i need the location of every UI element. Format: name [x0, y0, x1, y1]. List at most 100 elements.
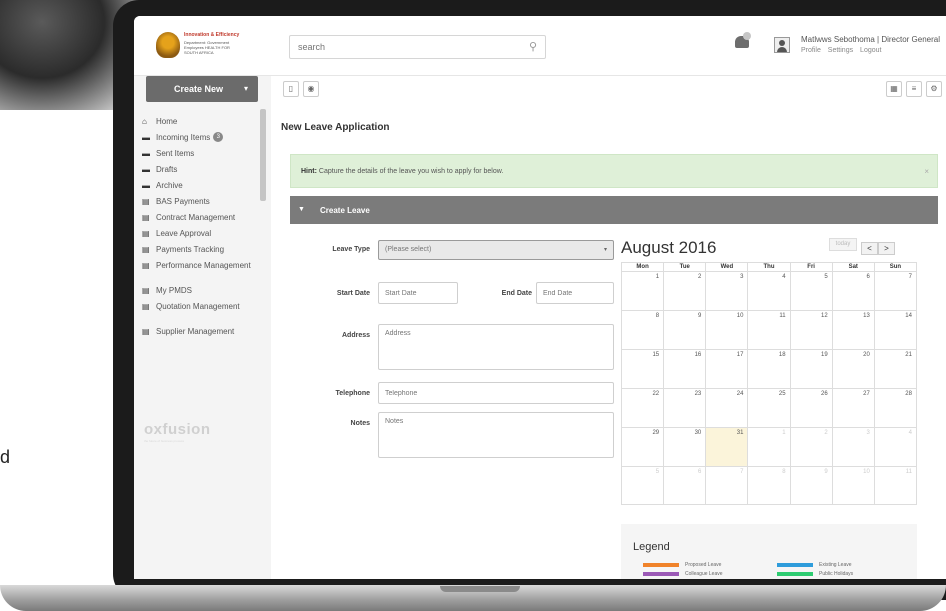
calendar-day-number: 18 — [778, 352, 786, 358]
start-date-field[interactable] — [378, 282, 458, 304]
calendar-day[interactable]: 1 — [748, 428, 791, 466]
create-new-button[interactable]: Create New ▾ — [146, 76, 258, 102]
settings-icon[interactable]: ⚙ — [926, 81, 942, 97]
calendar-day[interactable]: 10 — [706, 311, 749, 349]
end-date-field[interactable] — [536, 282, 614, 304]
sidebar-item-leave-approval[interactable]: ▤ Leave Approval — [142, 228, 262, 244]
calendar-day[interactable]: 27 — [833, 389, 875, 427]
calendar-day[interactable]: 14 — [875, 311, 917, 349]
calendar-day[interactable]: 2 — [664, 272, 707, 310]
calendar-day[interactable]: 11 — [748, 311, 791, 349]
calendar-day[interactable]: 17 — [706, 350, 749, 388]
sidebar-item-quotation-management[interactable]: ▤ Quotation Management — [142, 301, 262, 326]
calendar-day[interactable]: 4 — [748, 272, 791, 310]
calendar-day[interactable]: 16 — [664, 350, 707, 388]
leave-type-select[interactable]: (Please select) ▾ — [378, 240, 614, 260]
sidebar-item-sent-items[interactable]: ▬ Sent Items — [142, 148, 262, 164]
search-icon[interactable]: ⚲ — [529, 40, 537, 53]
calendar-day[interactable]: 8 — [622, 311, 665, 349]
calendar-day[interactable]: 7 — [706, 467, 749, 504]
calendar-day[interactable]: 24 — [706, 389, 749, 427]
hint-alert: Hint: Capture the details of the leave y… — [290, 154, 938, 188]
calendar-day[interactable]: 13 — [833, 311, 875, 349]
calendar-day[interactable]: 3 — [833, 428, 875, 466]
sidebar-item-home[interactable]: ⌂ Home — [142, 116, 262, 132]
calendar-day[interactable]: 30 — [664, 428, 707, 466]
address-field[interactable] — [378, 324, 614, 370]
calendar-day[interactable]: 7 — [875, 272, 917, 310]
sidebar-item-drafts[interactable]: ▬ Drafts — [142, 164, 262, 180]
profile-link[interactable]: Profile — [801, 47, 821, 54]
calendar-day[interactable]: 9 — [791, 467, 833, 504]
calendar-prev-button[interactable]: < — [861, 242, 878, 255]
calendar-next-button[interactable]: > — [878, 242, 895, 255]
calendar-day-today[interactable]: 31 — [706, 428, 749, 466]
sidebar-scrollbar[interactable] — [260, 109, 266, 201]
calendar-day[interactable]: 18 — [748, 350, 791, 388]
refresh-icon[interactable]: ◉ — [303, 81, 319, 97]
toolbar-left: ▯ ◉ — [283, 78, 323, 97]
department-logo[interactable]: Innovation & Efficiency Department: Gove… — [156, 30, 246, 62]
calendar-day[interactable]: 21 — [875, 350, 917, 388]
sidebar-item-archive[interactable]: ▬ Archive — [142, 180, 262, 196]
calendar-day[interactable]: 3 — [706, 272, 749, 310]
sidebar-item-supplier-management[interactable]: ▤ Supplier Management — [142, 326, 262, 342]
calendar-grid: Mon Tue Wed Thu Fri Sat Sun 1 2 3 4 5 6 7 8 9 10 11 12 13 1… — [621, 262, 917, 505]
calendar-day[interactable]: 29 — [622, 428, 665, 466]
logout-link[interactable]: Logout — [860, 47, 881, 54]
legend-swatch — [643, 562, 679, 567]
collapse-sidebar-icon[interactable]: ▯ — [283, 81, 299, 97]
calendar-day[interactable]: 8 — [748, 467, 791, 504]
grid-view-icon[interactable]: ▦ — [886, 81, 902, 97]
list-icon: ▤ — [142, 327, 150, 336]
calendar-day[interactable]: 19 — [791, 350, 833, 388]
home-icon: ⌂ — [142, 117, 147, 126]
calendar-day[interactable]: 20 — [833, 350, 875, 388]
user-avatar-icon[interactable] — [774, 37, 790, 53]
calendar-day[interactable]: 10 — [833, 467, 875, 504]
sidebar-item-payments-tracking[interactable]: ▤ Payments Tracking — [142, 244, 262, 260]
sidebar-item-label: BAS Payments — [156, 197, 210, 206]
calendar-today-button[interactable]: today — [829, 238, 857, 251]
calendar-day[interactable]: 5 — [622, 467, 665, 504]
calendar-day[interactable]: 6 — [664, 467, 707, 504]
caret-down-icon: ▾ — [243, 84, 248, 93]
calendar-day[interactable]: 23 — [664, 389, 707, 427]
calendar-day[interactable]: 12 — [791, 311, 833, 349]
calendar-day[interactable]: 5 — [791, 272, 833, 310]
calendar-day-number: 2 — [697, 274, 702, 280]
telephone-field[interactable] — [378, 382, 614, 404]
weekday-label: Mon — [622, 263, 665, 271]
search-input[interactable] — [290, 36, 510, 58]
calendar-day[interactable]: 2 — [791, 428, 833, 466]
sidebar-item-bas-payments[interactable]: ▤ BAS Payments — [142, 196, 262, 212]
weekday-label: Tue — [664, 263, 707, 271]
calendar-day[interactable]: 26 — [791, 389, 833, 427]
notes-field[interactable] — [378, 412, 614, 458]
logo-line-1: Innovation & Efficiency — [184, 32, 240, 38]
sidebar-item-label: Payments Tracking — [156, 245, 225, 254]
calendar-day[interactable]: 6 — [833, 272, 875, 310]
sidebar-item-incoming-items[interactable]: ▬ Incoming Items 3 — [142, 132, 262, 148]
calendar-day[interactable]: 28 — [875, 389, 917, 427]
calendar-day-number: 7 — [908, 274, 912, 280]
calendar-day[interactable]: 15 — [622, 350, 665, 388]
calendar-day[interactable]: 4 — [875, 428, 917, 466]
weekday-label: Fri — [791, 263, 833, 271]
calendar-day[interactable]: 9 — [664, 311, 707, 349]
calendar-day[interactable]: 22 — [622, 389, 665, 427]
legend-item-label: Colleague Leave — [685, 571, 723, 577]
notification-icon[interactable] — [734, 32, 751, 52]
calendar-day[interactable]: 25 — [748, 389, 791, 427]
sidebar-item-contract-management[interactable]: ▤ Contract Management — [142, 212, 262, 228]
notification-badge — [743, 32, 751, 40]
settings-link[interactable]: Settings — [828, 47, 853, 54]
sidebar-item-performance-management[interactable]: ▤ Performance Management — [142, 260, 262, 285]
main-content: ▯ ◉ ▦ ≡ ⚙ New Leave Application Hint: Captu… — [271, 76, 946, 579]
close-icon[interactable]: × — [924, 167, 929, 176]
create-leave-panel-header[interactable]: ▼ Create Leave — [290, 196, 938, 224]
sidebar-item-my-pmds[interactable]: ▤ My PMDS — [142, 285, 262, 301]
calendar-day[interactable]: 1 — [622, 272, 665, 310]
list-view-icon[interactable]: ≡ — [906, 81, 922, 97]
calendar-day[interactable]: 11 — [875, 467, 917, 504]
